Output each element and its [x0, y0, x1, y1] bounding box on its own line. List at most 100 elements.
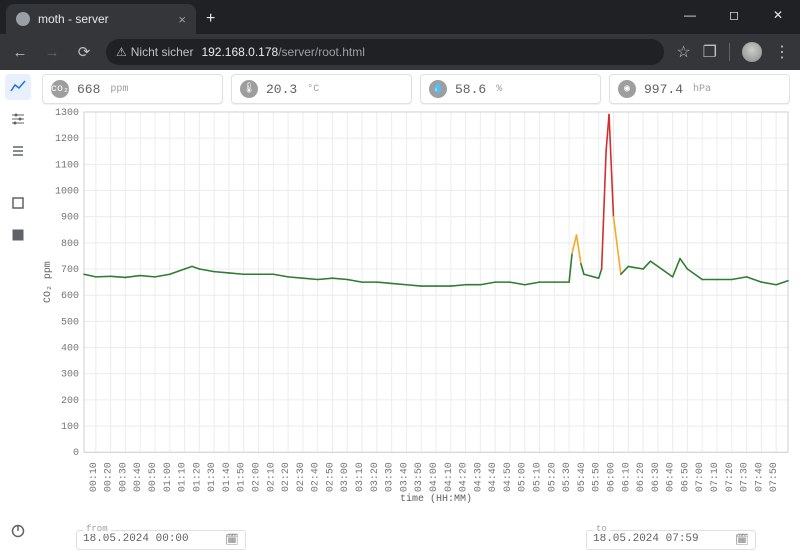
nav-forward-button[interactable]: →: [42, 44, 62, 61]
tab-favicon: [16, 12, 30, 26]
window-close-button[interactable]: ✕: [756, 0, 800, 30]
svg-text:03:30: 03:30: [384, 462, 395, 492]
calendar-icon[interactable]: 🗓: [735, 533, 749, 547]
svg-text:00:30: 00:30: [117, 462, 128, 492]
square-filled-icon: [10, 227, 26, 243]
sidebar: [0, 70, 36, 554]
svg-text:06:50: 06:50: [679, 462, 690, 492]
svg-text:05:20: 05:20: [546, 462, 557, 492]
browser-tab[interactable]: moth - server ×: [6, 4, 196, 34]
svg-text:06:10: 06:10: [620, 462, 631, 492]
svg-text:400: 400: [61, 343, 79, 354]
svg-text:02:50: 02:50: [324, 462, 335, 492]
svg-text:03:20: 03:20: [369, 462, 380, 492]
svg-text:05:50: 05:50: [591, 462, 602, 492]
svg-text:00:20: 00:20: [103, 462, 114, 492]
metric-cards: co₂ 668 ppm 🌡 20.3 °C 💧 58.6 % ◉ 997.4 h…: [36, 70, 796, 106]
svg-text:02:40: 02:40: [310, 462, 321, 492]
svg-text:02:20: 02:20: [280, 462, 291, 492]
nav-back-button[interactable]: ←: [10, 44, 30, 61]
date-from-label: from: [83, 524, 111, 534]
svg-text:00:50: 00:50: [147, 462, 158, 492]
metric-humidity-unit: %: [496, 84, 502, 95]
metric-temperature[interactable]: 🌡 20.3 °C: [231, 74, 412, 104]
svg-text:100: 100: [61, 421, 79, 432]
svg-text:05:00: 05:00: [517, 462, 528, 492]
svg-text:00:40: 00:40: [132, 462, 143, 492]
svg-text:01:00: 01:00: [162, 462, 173, 492]
svg-text:700: 700: [61, 264, 79, 275]
sliders-icon: [10, 111, 26, 127]
extensions-icon[interactable]: ❐: [703, 42, 717, 62]
co2-chart[interactable]: 0100200300400500600700800900100011001200…: [36, 106, 796, 504]
window-maximize-button[interactable]: ◻: [712, 0, 756, 30]
metric-co2-unit: ppm: [110, 84, 128, 95]
main-panel: co₂ 668 ppm 🌡 20.3 °C 💧 58.6 % ◉ 997.4 h…: [36, 70, 796, 554]
browser-toolbar: ← → ⟳ ⚠Nicht sicher 192.168.0.178/server…: [0, 34, 800, 70]
svg-text:900: 900: [61, 212, 79, 223]
sidebar-power-button[interactable]: [5, 518, 31, 544]
svg-text:05:40: 05:40: [576, 462, 587, 492]
insecure-label: Nicht sicher: [131, 45, 194, 59]
svg-text:01:20: 01:20: [191, 462, 202, 492]
list-icon: [10, 143, 26, 159]
svg-text:07:10: 07:10: [709, 462, 720, 492]
date-from-field[interactable]: from 18.05.2024 00:00 🗓: [76, 530, 246, 550]
svg-text:03:00: 03:00: [339, 462, 350, 492]
sidebar-tab-settings[interactable]: [5, 106, 31, 132]
browser-menu-icon[interactable]: ⋮: [774, 42, 790, 62]
power-icon: [10, 523, 26, 539]
sidebar-tab-chart[interactable]: [5, 74, 31, 100]
svg-text:05:30: 05:30: [561, 462, 572, 492]
new-tab-button[interactable]: +: [196, 10, 225, 34]
svg-text:04:50: 04:50: [502, 462, 513, 492]
date-to-value: 18.05.2024 07:59: [593, 533, 699, 545]
svg-text:1000: 1000: [55, 186, 79, 197]
svg-text:200: 200: [61, 395, 79, 406]
date-range-row: from 18.05.2024 00:00 🗓 to 18.05.2024 07…: [36, 530, 796, 550]
date-to-field[interactable]: to 18.05.2024 07:59 🗓: [586, 530, 756, 550]
svg-text:01:50: 01:50: [236, 462, 247, 492]
svg-text:300: 300: [61, 369, 79, 380]
sidebar-tab-single[interactable]: [5, 190, 31, 216]
sidebar-tab-list[interactable]: [5, 138, 31, 164]
toolbar-divider: [729, 43, 730, 61]
svg-text:01:10: 01:10: [177, 462, 188, 492]
svg-text:04:10: 04:10: [443, 462, 454, 492]
chart-container: 0100200300400500600700800900100011001200…: [36, 106, 796, 504]
sidebar-tab-grid[interactable]: [5, 222, 31, 248]
window-controls: — ◻ ✕: [668, 0, 800, 30]
svg-text:04:40: 04:40: [487, 462, 498, 492]
droplet-icon: 💧: [429, 80, 447, 98]
url-path: /server/root.html: [278, 45, 365, 59]
metric-temp-unit: °C: [307, 84, 319, 95]
co2-icon: co₂: [51, 80, 69, 98]
metric-pressure[interactable]: ◉ 997.4 hPa: [609, 74, 790, 104]
insecure-badge[interactable]: ⚠Nicht sicher: [116, 45, 193, 59]
window-minimize-button[interactable]: —: [668, 0, 712, 30]
svg-text:01:30: 01:30: [206, 462, 217, 492]
metric-humidity-value: 58.6: [455, 82, 486, 97]
metric-humidity[interactable]: 💧 58.6 %: [420, 74, 601, 104]
svg-text:02:10: 02:10: [265, 462, 276, 492]
svg-text:03:40: 03:40: [398, 462, 409, 492]
metric-pressure-value: 997.4: [644, 82, 683, 97]
svg-text:07:40: 07:40: [753, 462, 764, 492]
metric-temp-value: 20.3: [266, 82, 297, 97]
thermometer-icon: 🌡: [240, 80, 258, 98]
svg-text:06:40: 06:40: [665, 462, 676, 492]
bookmark-star-icon[interactable]: ☆: [676, 42, 690, 62]
svg-text:04:20: 04:20: [458, 462, 469, 492]
close-tab-icon[interactable]: ×: [178, 12, 186, 27]
nav-reload-button[interactable]: ⟳: [74, 43, 94, 61]
date-from-value: 18.05.2024 00:00: [83, 533, 189, 545]
svg-text:time (HH:MM): time (HH:MM): [400, 493, 472, 504]
svg-text:07:50: 07:50: [768, 462, 779, 492]
metric-co2[interactable]: co₂ 668 ppm: [42, 74, 223, 104]
svg-text:06:30: 06:30: [650, 462, 661, 492]
address-bar[interactable]: ⚠Nicht sicher 192.168.0.178/server/root.…: [106, 39, 664, 65]
svg-text:CO₂ ppm: CO₂ ppm: [42, 261, 53, 303]
profile-avatar[interactable]: [742, 42, 762, 62]
svg-text:02:00: 02:00: [251, 462, 262, 492]
calendar-icon[interactable]: 🗓: [225, 533, 239, 547]
